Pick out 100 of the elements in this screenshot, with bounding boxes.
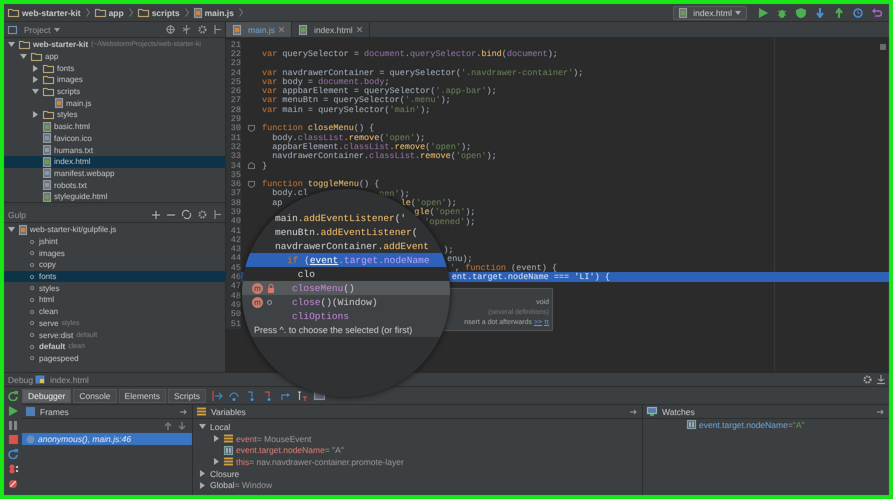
variable-entry[interactable]: this= nav.navdrawer-container.promote-layer [236, 456, 404, 467]
gulp-task[interactable]: jshint [4, 236, 225, 248]
up-arrow-icon[interactable] [164, 422, 172, 430]
breakpoints-icon[interactable] [8, 464, 18, 474]
tree-item[interactable]: manifest.webapp [4, 168, 225, 180]
hide-icon[interactable] [877, 375, 885, 384]
run-config-dropdown[interactable]: index.html [673, 6, 747, 20]
panel-title[interactable]: Gulp [8, 210, 26, 220]
caret-icon[interactable] [735, 10, 741, 14]
bug-icon[interactable] [777, 8, 787, 18]
debug-tab[interactable]: Scripts [168, 388, 206, 402]
collapsed-arrow-icon[interactable] [32, 64, 39, 72]
watch-entry[interactable]: event.target.nodeName="A" [699, 420, 805, 430]
variable-entry[interactable]: Closure [210, 468, 240, 479]
tree-item[interactable]: favicon.ico [4, 132, 225, 144]
pin-icon[interactable] [214, 25, 221, 34]
tree-item[interactable]: basic.html [4, 120, 225, 132]
debug-tab[interactable]: Elements [118, 388, 166, 402]
collapsed-arrow-icon[interactable] [32, 111, 39, 118]
step-out-icon[interactable] [280, 390, 291, 400]
breadcrumb[interactable]: scripts [138, 8, 180, 18]
crosshair-icon[interactable] [166, 25, 175, 34]
stop-icon[interactable] [8, 435, 18, 444]
completion-item[interactable]: cliOptions [242, 309, 450, 323]
variable-entry[interactable]: Local [210, 422, 230, 432]
tree-item[interactable]: main.js [4, 97, 225, 110]
clock-icon[interactable] [853, 8, 863, 18]
fold-marker-icon[interactable] [248, 180, 255, 188]
pin-icon[interactable] [877, 408, 885, 414]
mute-breakpoints-icon[interactable] [8, 479, 18, 489]
fold-marker-icon[interactable] [248, 124, 255, 132]
tree-item[interactable]: humans.txt [4, 144, 225, 156]
pin-icon[interactable] [180, 408, 188, 414]
settings-icon[interactable] [198, 25, 207, 34]
breadcrumb[interactable]: web-starter-kit [8, 8, 81, 18]
variable-entry[interactable]: event= MouseEvent [236, 434, 312, 444]
line-number: 38 [226, 198, 241, 208]
debug-tab[interactable]: Debugger [22, 388, 72, 402]
refresh-icon[interactable] [182, 210, 191, 219]
settings-icon[interactable] [863, 375, 872, 384]
gulp-task[interactable]: styles [4, 282, 225, 294]
gulp-task[interactable]: html [4, 294, 225, 306]
close-icon[interactable] [356, 27, 362, 32]
variable-entry[interactable]: event.target.nodeName= "A" [236, 445, 344, 456]
stack-frame[interactable]: anonymous(), main.js:46 [22, 433, 192, 445]
tree-item[interactable]: scripts [4, 86, 225, 98]
tree-item[interactable]: app [4, 50, 225, 62]
pin-icon[interactable] [630, 408, 638, 414]
collapsed-arrow-icon[interactable] [199, 482, 206, 489]
gulp-task[interactable]: fonts [4, 270, 225, 282]
undo-icon[interactable] [872, 8, 882, 18]
expanded-arrow-icon[interactable] [32, 88, 39, 96]
fold-marker-icon[interactable] [248, 162, 255, 169]
debug-tab[interactable]: Console [73, 388, 117, 402]
completion-item[interactable]: m close()(Window) [242, 295, 450, 309]
expanded-arrow-icon[interactable] [199, 423, 206, 430]
collapse-icon[interactable] [182, 25, 191, 34]
tree-item[interactable]: fonts [4, 62, 225, 74]
close-icon[interactable] [278, 27, 284, 32]
down-arrow-icon[interactable] [178, 422, 186, 430]
down-arrow-icon[interactable] [815, 8, 825, 18]
breadcrumb[interactable]: app [94, 8, 124, 18]
collapsed-arrow-icon[interactable] [199, 470, 206, 478]
debug-config[interactable]: index.html [50, 374, 89, 384]
tree-item[interactable]: styles [4, 109, 225, 121]
tree-item[interactable]: robots.txt [4, 179, 225, 191]
editor-tab[interactable]: index.html [292, 22, 370, 37]
settings-icon[interactable] [198, 210, 207, 219]
tree-item[interactable]: styleguide.html [4, 190, 225, 203]
tree-item[interactable]: index.html [4, 156, 225, 168]
gulp-task[interactable]: pagespeed [4, 352, 225, 364]
breadcrumb[interactable]: main.js [194, 8, 234, 18]
panel-title[interactable]: Project [24, 24, 50, 34]
collapsed-arrow-icon[interactable] [32, 76, 39, 84]
line-number: 35 [226, 170, 241, 180]
shield-icon[interactable] [796, 8, 806, 18]
play-icon[interactable] [759, 8, 768, 18]
step-over-icon[interactable] [228, 390, 240, 400]
variable-entry[interactable]: Global= Window [210, 480, 272, 490]
rerun-icon[interactable] [8, 391, 18, 401]
pin-icon[interactable] [214, 210, 221, 219]
expanded-arrow-icon[interactable] [8, 41, 15, 48]
method-badge: m [252, 282, 263, 294]
up-arrow-icon[interactable] [834, 8, 844, 18]
collapsed-arrow-icon[interactable] [213, 458, 220, 466]
pause-icon[interactable] [9, 421, 17, 430]
gulp-task[interactable]: images [4, 247, 225, 260]
caret-icon[interactable] [54, 28, 60, 32]
completion-item[interactable]: m closeMenu() [242, 281, 450, 295]
refresh-icon[interactable] [8, 449, 18, 459]
arrow-to-line-icon[interactable] [212, 390, 223, 400]
expanded-arrow-icon[interactable] [8, 226, 15, 234]
gulp-task[interactable]: clean [4, 306, 225, 318]
gulpfile-label[interactable]: web-starter-kit/gulpfile.js [30, 225, 116, 234]
tree-item[interactable]: images [4, 74, 225, 86]
play-icon[interactable] [8, 406, 18, 416]
add-icon[interactable] [152, 210, 160, 218]
gulp-task[interactable]: copy [4, 259, 225, 271]
collapsed-arrow-icon[interactable] [213, 435, 220, 442]
expanded-arrow-icon[interactable] [20, 53, 27, 60]
